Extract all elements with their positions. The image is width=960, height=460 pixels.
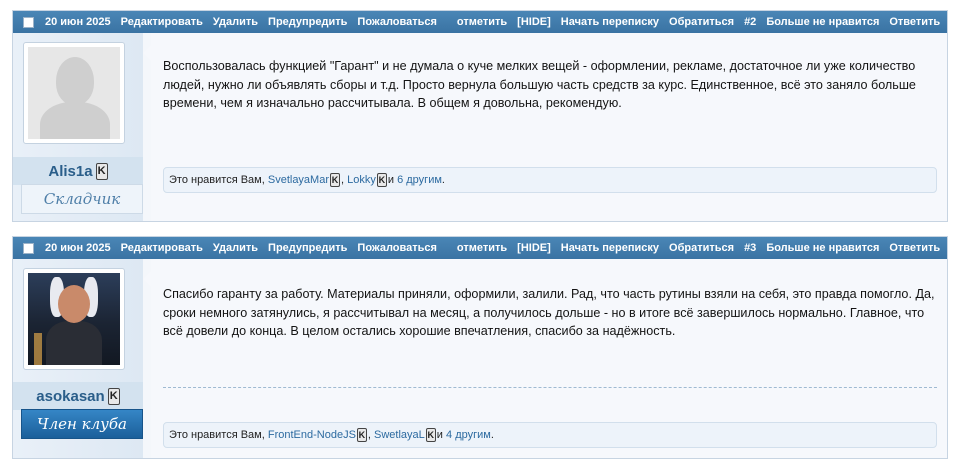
edit-link[interactable]: Редактировать (121, 242, 203, 254)
user-info: asokasan K Член клуба (13, 259, 143, 458)
user-badge: K (95, 162, 108, 180)
avatar-image (28, 273, 120, 365)
start-conversation-link[interactable]: Начать переписку (561, 242, 659, 254)
signature-text: Пишите, буду рада помочь (163, 393, 310, 405)
post-date[interactable]: 20 июн 2025 (45, 16, 111, 28)
post-header: 20 июн 2025 Редактировать Удалить Предуп… (13, 11, 947, 33)
unlike-link[interactable]: Больше не нравится (766, 242, 879, 254)
liker-link[interactable]: SwetlayaL (374, 429, 425, 441)
contact-link[interactable]: Обратиться (669, 242, 734, 254)
post-date[interactable]: 20 июн 2025 (45, 242, 111, 254)
username-link[interactable]: asokasan (36, 388, 104, 405)
avatar[interactable] (23, 268, 125, 370)
signature-divider (163, 387, 937, 388)
liker-badge: K (425, 428, 436, 442)
edit-link[interactable]: Редактировать (121, 16, 203, 28)
likes-summary: Это нравится Вам, FrontEnd-NodeJS K, Swet… (163, 422, 937, 448)
likes-others-link[interactable]: 4 другим (446, 429, 491, 441)
post-actions: отметить [HIDE] Начать переписку Обратит… (447, 242, 950, 254)
message-text: Спасибо гаранту за работу. Материалы при… (163, 287, 935, 338)
user-rank: Член клуба (37, 415, 127, 433)
likes-end: . (441, 174, 445, 186)
liker-link[interactable]: SvetlayaMar (268, 174, 329, 186)
hide-link[interactable]: [HIDE] (517, 16, 551, 28)
user-rank: Складчик (43, 190, 121, 208)
user-rank-banner: Складчик (21, 184, 143, 214)
likes-summary: Это нравится Вам, SvetlayaMar K, Lokky Kи … (163, 167, 937, 193)
post-header: 20 июн 2025 Редактировать Удалить Предуп… (13, 237, 947, 259)
unlike-link[interactable]: Больше не нравится (766, 16, 879, 28)
mark-link[interactable]: отметить (457, 242, 507, 254)
post-actions: отметить [HIDE] Начать переписку Обратит… (447, 16, 950, 28)
select-checkbox[interactable] (23, 242, 34, 254)
user-info: Alis1a K Складчик (13, 33, 143, 221)
avatar[interactable] (23, 42, 125, 144)
post: 20 июн 2025 Редактировать Удалить Предуп… (12, 236, 948, 459)
likes-and: и (436, 429, 443, 441)
post-number-link[interactable]: #2 (744, 16, 756, 28)
warn-link[interactable]: Предупредить (268, 16, 347, 28)
reply-link[interactable]: Ответить (889, 242, 940, 254)
post-number-link[interactable]: #3 (744, 242, 756, 254)
warn-link[interactable]: Предупредить (268, 242, 347, 254)
liker-badge: K (356, 428, 367, 442)
likes-separator: , (341, 174, 345, 186)
liker-badge: K (330, 173, 340, 187)
likes-and: и (387, 174, 395, 186)
hide-link[interactable]: [HIDE] (517, 242, 551, 254)
username-link[interactable]: Alis1a (48, 163, 92, 180)
likes-separator: , (367, 429, 371, 441)
liker-link[interactable]: Lokky (347, 174, 376, 186)
liker-link[interactable]: FrontEnd-NodeJS (268, 429, 356, 441)
delete-link[interactable]: Удалить (213, 16, 258, 28)
likes-prefix: Это нравится Вам, (169, 429, 265, 441)
delete-link[interactable]: Удалить (213, 242, 258, 254)
report-link[interactable]: Пожаловаться (357, 242, 437, 254)
mark-link[interactable]: отметить (457, 16, 507, 28)
reply-link[interactable]: Ответить (889, 16, 940, 28)
username-bar: asokasan K (13, 382, 143, 410)
user-rank-banner: Член клуба (21, 409, 143, 439)
post: 20 июн 2025 Редактировать Удалить Предуп… (12, 10, 948, 222)
likes-others-link[interactable]: 6 другим (397, 174, 442, 186)
liker-badge: K (376, 173, 387, 187)
report-link[interactable]: Пожаловаться (357, 16, 437, 28)
message-text: Воспользовалась функцией "Гарант" и не д… (163, 59, 916, 110)
avatar-placeholder-icon (28, 47, 120, 139)
likes-prefix: Это нравится Вам, (169, 174, 265, 186)
post-content: Воспользовалась функцией "Гарант" и не д… (143, 33, 947, 221)
user-badge: K (107, 387, 120, 405)
start-conversation-link[interactable]: Начать переписку (561, 16, 659, 28)
select-checkbox[interactable] (23, 16, 34, 28)
contact-link[interactable]: Обратиться (669, 16, 734, 28)
username-bar: Alis1a K (13, 157, 143, 185)
likes-end: . (490, 429, 494, 441)
post-content: Спасибо гаранту за работу. Материалы при… (143, 259, 947, 458)
